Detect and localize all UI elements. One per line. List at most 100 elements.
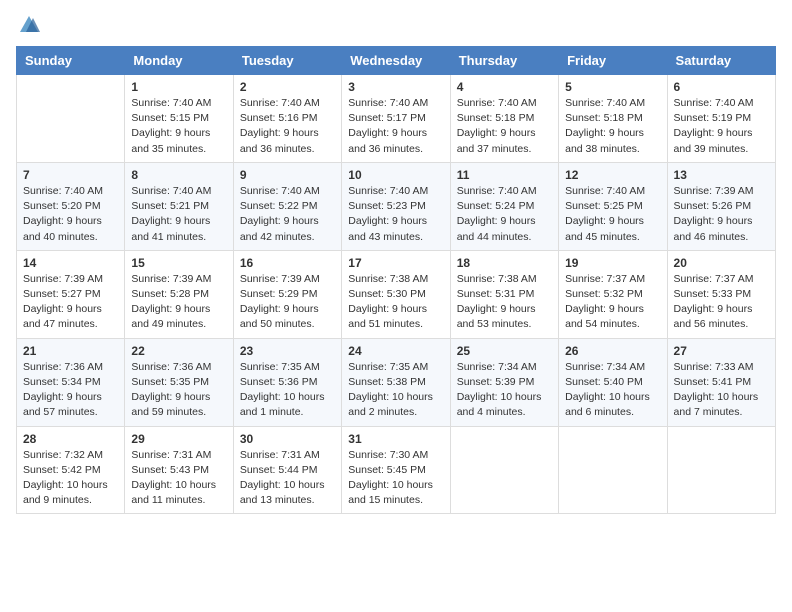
day-number: 7 bbox=[23, 168, 118, 182]
day-info: Sunrise: 7:40 AM Sunset: 5:15 PM Dayligh… bbox=[131, 96, 226, 157]
day-info: Sunrise: 7:39 AM Sunset: 5:29 PM Dayligh… bbox=[240, 272, 335, 333]
calendar-cell bbox=[559, 426, 667, 514]
day-info: Sunrise: 7:40 AM Sunset: 5:18 PM Dayligh… bbox=[457, 96, 552, 157]
day-number: 6 bbox=[674, 80, 769, 94]
column-header-sunday: Sunday bbox=[17, 47, 125, 75]
day-info: Sunrise: 7:35 AM Sunset: 5:36 PM Dayligh… bbox=[240, 360, 335, 421]
calendar-cell: 27 Sunrise: 7:33 AM Sunset: 5:41 PM Dayli… bbox=[667, 338, 775, 426]
logo-icon bbox=[18, 14, 40, 36]
day-info: Sunrise: 7:40 AM Sunset: 5:24 PM Dayligh… bbox=[457, 184, 552, 245]
calendar-cell: 28 Sunrise: 7:32 AM Sunset: 5:42 PM Dayli… bbox=[17, 426, 125, 514]
calendar-cell: 16 Sunrise: 7:39 AM Sunset: 5:29 PM Dayli… bbox=[233, 250, 341, 338]
calendar-cell: 7 Sunrise: 7:40 AM Sunset: 5:20 PM Daylig… bbox=[17, 162, 125, 250]
calendar-week-row: 21 Sunrise: 7:36 AM Sunset: 5:34 PM Dayli… bbox=[17, 338, 776, 426]
day-info: Sunrise: 7:39 AM Sunset: 5:27 PM Dayligh… bbox=[23, 272, 118, 333]
day-number: 20 bbox=[674, 256, 769, 270]
day-number: 28 bbox=[23, 432, 118, 446]
calendar-cell: 24 Sunrise: 7:35 AM Sunset: 5:38 PM Dayli… bbox=[342, 338, 450, 426]
column-header-tuesday: Tuesday bbox=[233, 47, 341, 75]
day-info: Sunrise: 7:39 AM Sunset: 5:28 PM Dayligh… bbox=[131, 272, 226, 333]
day-number: 10 bbox=[348, 168, 443, 182]
day-number: 5 bbox=[565, 80, 660, 94]
day-number: 30 bbox=[240, 432, 335, 446]
calendar-cell: 1 Sunrise: 7:40 AM Sunset: 5:15 PM Daylig… bbox=[125, 75, 233, 163]
day-info: Sunrise: 7:40 AM Sunset: 5:25 PM Dayligh… bbox=[565, 184, 660, 245]
calendar-cell: 3 Sunrise: 7:40 AM Sunset: 5:17 PM Daylig… bbox=[342, 75, 450, 163]
day-info: Sunrise: 7:37 AM Sunset: 5:32 PM Dayligh… bbox=[565, 272, 660, 333]
day-number: 22 bbox=[131, 344, 226, 358]
day-number: 27 bbox=[674, 344, 769, 358]
day-number: 13 bbox=[674, 168, 769, 182]
day-number: 21 bbox=[23, 344, 118, 358]
column-header-saturday: Saturday bbox=[667, 47, 775, 75]
day-info: Sunrise: 7:40 AM Sunset: 5:22 PM Dayligh… bbox=[240, 184, 335, 245]
calendar-cell: 13 Sunrise: 7:39 AM Sunset: 5:26 PM Dayli… bbox=[667, 162, 775, 250]
calendar-cell: 18 Sunrise: 7:38 AM Sunset: 5:31 PM Dayli… bbox=[450, 250, 558, 338]
day-info: Sunrise: 7:34 AM Sunset: 5:39 PM Dayligh… bbox=[457, 360, 552, 421]
day-number: 25 bbox=[457, 344, 552, 358]
day-number: 2 bbox=[240, 80, 335, 94]
calendar-cell: 19 Sunrise: 7:37 AM Sunset: 5:32 PM Dayli… bbox=[559, 250, 667, 338]
calendar-cell bbox=[667, 426, 775, 514]
day-number: 4 bbox=[457, 80, 552, 94]
day-info: Sunrise: 7:39 AM Sunset: 5:26 PM Dayligh… bbox=[674, 184, 769, 245]
calendar-cell: 21 Sunrise: 7:36 AM Sunset: 5:34 PM Dayli… bbox=[17, 338, 125, 426]
calendar-cell: 10 Sunrise: 7:40 AM Sunset: 5:23 PM Dayli… bbox=[342, 162, 450, 250]
day-info: Sunrise: 7:40 AM Sunset: 5:17 PM Dayligh… bbox=[348, 96, 443, 157]
day-info: Sunrise: 7:32 AM Sunset: 5:42 PM Dayligh… bbox=[23, 448, 118, 509]
calendar-cell: 22 Sunrise: 7:36 AM Sunset: 5:35 PM Dayli… bbox=[125, 338, 233, 426]
day-number: 31 bbox=[348, 432, 443, 446]
calendar-cell: 2Sunrise: 7:40 AM Sunset: 5:16 PM Daylig… bbox=[233, 75, 341, 163]
day-info: Sunrise: 7:40 AM Sunset: 5:23 PM Dayligh… bbox=[348, 184, 443, 245]
calendar-cell: 29 Sunrise: 7:31 AM Sunset: 5:43 PM Dayli… bbox=[125, 426, 233, 514]
day-number: 1 bbox=[131, 80, 226, 94]
day-number: 15 bbox=[131, 256, 226, 270]
day-info: Sunrise: 7:33 AM Sunset: 5:41 PM Dayligh… bbox=[674, 360, 769, 421]
day-info: Sunrise: 7:34 AM Sunset: 5:40 PM Dayligh… bbox=[565, 360, 660, 421]
calendar-cell: 25 Sunrise: 7:34 AM Sunset: 5:39 PM Dayli… bbox=[450, 338, 558, 426]
day-number: 24 bbox=[348, 344, 443, 358]
day-number: 23 bbox=[240, 344, 335, 358]
calendar-week-row: 14 Sunrise: 7:39 AM Sunset: 5:27 PM Dayli… bbox=[17, 250, 776, 338]
calendar-cell: 8 Sunrise: 7:40 AM Sunset: 5:21 PM Daylig… bbox=[125, 162, 233, 250]
day-info: Sunrise: 7:38 AM Sunset: 5:31 PM Dayligh… bbox=[457, 272, 552, 333]
calendar-cell: 20 Sunrise: 7:37 AM Sunset: 5:33 PM Dayli… bbox=[667, 250, 775, 338]
column-header-thursday: Thursday bbox=[450, 47, 558, 75]
day-info: Sunrise: 7:31 AM Sunset: 5:43 PM Dayligh… bbox=[131, 448, 226, 509]
day-info: Sunrise: 7:37 AM Sunset: 5:33 PM Dayligh… bbox=[674, 272, 769, 333]
calendar-cell: 14 Sunrise: 7:39 AM Sunset: 5:27 PM Dayli… bbox=[17, 250, 125, 338]
day-number: 3 bbox=[348, 80, 443, 94]
calendar-cell bbox=[17, 75, 125, 163]
day-number: 19 bbox=[565, 256, 660, 270]
calendar-cell: 23 Sunrise: 7:35 AM Sunset: 5:36 PM Dayli… bbox=[233, 338, 341, 426]
day-info: Sunrise: 7:40 AM Sunset: 5:21 PM Dayligh… bbox=[131, 184, 226, 245]
day-info: Sunrise: 7:36 AM Sunset: 5:35 PM Dayligh… bbox=[131, 360, 226, 421]
day-info: Sunrise: 7:30 AM Sunset: 5:45 PM Dayligh… bbox=[348, 448, 443, 509]
day-number: 18 bbox=[457, 256, 552, 270]
calendar-cell: 4 Sunrise: 7:40 AM Sunset: 5:18 PM Daylig… bbox=[450, 75, 558, 163]
day-info: Sunrise: 7:40 AM Sunset: 5:20 PM Dayligh… bbox=[23, 184, 118, 245]
calendar-cell: 15 Sunrise: 7:39 AM Sunset: 5:28 PM Dayli… bbox=[125, 250, 233, 338]
day-number: 16 bbox=[240, 256, 335, 270]
day-info: Sunrise: 7:38 AM Sunset: 5:30 PM Dayligh… bbox=[348, 272, 443, 333]
calendar-cell bbox=[450, 426, 558, 514]
column-header-friday: Friday bbox=[559, 47, 667, 75]
calendar-cell: 9Sunrise: 7:40 AM Sunset: 5:22 PM Daylig… bbox=[233, 162, 341, 250]
day-number: 29 bbox=[131, 432, 226, 446]
calendar-cell: 6Sunrise: 7:40 AM Sunset: 5:19 PM Daylig… bbox=[667, 75, 775, 163]
calendar-cell: 30 Sunrise: 7:31 AM Sunset: 5:44 PM Dayli… bbox=[233, 426, 341, 514]
day-info: Sunrise: 7:40 AM Sunset: 5:18 PM Dayligh… bbox=[565, 96, 660, 157]
day-info: Sunrise: 7:35 AM Sunset: 5:38 PM Dayligh… bbox=[348, 360, 443, 421]
calendar-week-row: 7 Sunrise: 7:40 AM Sunset: 5:20 PM Daylig… bbox=[17, 162, 776, 250]
calendar-week-row: 28 Sunrise: 7:32 AM Sunset: 5:42 PM Dayli… bbox=[17, 426, 776, 514]
day-info: Sunrise: 7:31 AM Sunset: 5:44 PM Dayligh… bbox=[240, 448, 335, 509]
calendar-cell: 31 Sunrise: 7:30 AM Sunset: 5:45 PM Dayli… bbox=[342, 426, 450, 514]
day-info: Sunrise: 7:36 AM Sunset: 5:34 PM Dayligh… bbox=[23, 360, 118, 421]
day-number: 8 bbox=[131, 168, 226, 182]
calendar-cell: 11Sunrise: 7:40 AM Sunset: 5:24 PM Dayli… bbox=[450, 162, 558, 250]
column-header-wednesday: Wednesday bbox=[342, 47, 450, 75]
logo bbox=[16, 16, 40, 36]
calendar-table: SundayMondayTuesdayWednesdayThursdayFrid… bbox=[16, 46, 776, 514]
calendar-cell: 12Sunrise: 7:40 AM Sunset: 5:25 PM Dayli… bbox=[559, 162, 667, 250]
day-number: 14 bbox=[23, 256, 118, 270]
